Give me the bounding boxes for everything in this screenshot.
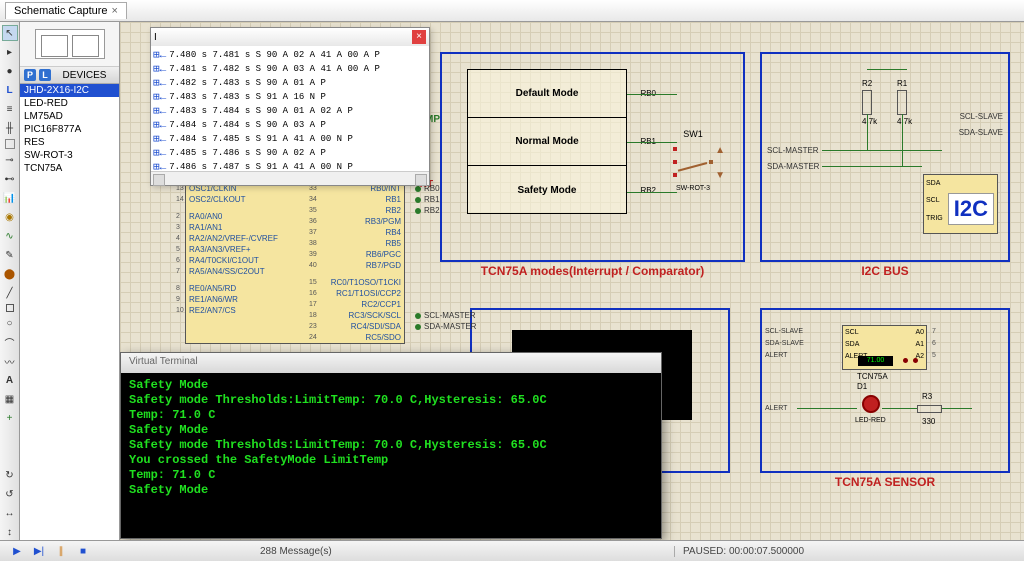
instrument-tool[interactable]: ⬤: [2, 266, 18, 282]
temp-down-icon[interactable]: [903, 358, 908, 363]
block-title: TCN75A SENSOR: [762, 475, 1008, 489]
plus-tool[interactable]: +: [2, 410, 18, 426]
device-item[interactable]: RES: [20, 136, 119, 149]
device-item[interactable]: LED-RED: [20, 97, 119, 110]
temperature-display: 71.00: [858, 356, 893, 366]
expand-icon[interactable]: ⊞←: [153, 118, 166, 132]
mcu-pic16f877a[interactable]: 13OSC1/CLKIN14OSC2/CLKOUT2RA0/AN03RA1/AN…: [185, 182, 405, 344]
text-a-tool[interactable]: A: [2, 372, 18, 388]
device-item[interactable]: PIC16F877A: [20, 123, 119, 136]
mode-grid: Default ModeRB0 Normal ModeRB1 Safety Mo…: [467, 69, 627, 214]
arc-tool[interactable]: ⌒: [2, 334, 18, 350]
window-title: I: [154, 32, 157, 43]
close-icon[interactable]: ×: [412, 30, 426, 44]
expand-icon[interactable]: ⊞←: [153, 146, 166, 160]
tool-palette: ↖ ▸ ● L ≡ ╫ ⊸ ⊷ 📊 ◉ ∿ ✎ ⬤ ╱ ○ ⌒ 〰 A ▦ + …: [0, 22, 20, 540]
side-panel: P L DEVICES JHD-2X16-I2C LED-RED LM75AD …: [20, 22, 120, 540]
selection-tool[interactable]: ↖: [2, 25, 18, 41]
tab-bar: Schematic Capture ×: [0, 0, 1024, 22]
line-tool[interactable]: ╱: [2, 285, 18, 301]
devices-header: P L DEVICES: [20, 67, 119, 84]
log-body: ⊞←7.480 s 7.481 s S 90 A 02 A 41 A 00 A …: [151, 46, 429, 171]
probe-tool[interactable]: ✎: [2, 247, 18, 263]
tape-tool[interactable]: ◉: [2, 209, 18, 225]
junction-tool[interactable]: ●: [2, 63, 18, 79]
expand-icon[interactable]: ⊞←: [153, 48, 166, 62]
device-item[interactable]: LM75AD: [20, 110, 119, 123]
switch-up-icon[interactable]: ▲: [715, 145, 725, 156]
device-item[interactable]: TCN75A: [20, 162, 119, 175]
symbol-tool[interactable]: ▦: [2, 391, 18, 407]
tab-schematic[interactable]: Schematic Capture ×: [5, 2, 127, 19]
generator-tool[interactable]: ∿: [2, 228, 18, 244]
mode-default: Default ModeRB0: [468, 70, 626, 118]
virtual-terminal[interactable]: Virtual Terminal Safety Mode Safety mode…: [120, 352, 662, 539]
pin-tool[interactable]: ⊷: [2, 171, 18, 187]
mirror-v-tool[interactable]: ↕: [2, 524, 18, 540]
mirror-h-tool[interactable]: ↔: [2, 505, 18, 521]
graph-tool[interactable]: 📊: [2, 190, 18, 206]
led-d1: [862, 395, 880, 413]
stop-button[interactable]: ■: [76, 544, 90, 558]
bus-tool[interactable]: ╫: [2, 120, 18, 136]
message-count[interactable]: 288 Message(s): [100, 546, 674, 557]
rotate-ccw-tool[interactable]: ↺: [2, 486, 18, 502]
close-icon[interactable]: ×: [112, 5, 118, 17]
step-button[interactable]: ▶|: [32, 544, 46, 558]
text-tool[interactable]: ≡: [2, 101, 18, 117]
label-tool[interactable]: L: [2, 82, 18, 98]
expand-icon[interactable]: ⊞←: [153, 160, 166, 171]
tcn75a-chip[interactable]: SCL SDA ALERT A0 A1 A2 71.00: [842, 325, 927, 370]
status-bar: ▶ ▶| ∥ ■ 288 Message(s) PAUSED: 00:00:07…: [0, 540, 1024, 561]
component-tool[interactable]: ▸: [2, 44, 18, 60]
switch-down-icon[interactable]: ▼: [715, 170, 725, 181]
block-title: TCN75A modes(Interrupt / Comparator): [442, 264, 743, 278]
mode-normal: Normal ModeRB1: [468, 118, 626, 166]
play-button[interactable]: ▶: [10, 544, 24, 558]
schematic-canvas[interactable]: I × ⊞←7.480 s 7.481 s S 90 A 02 A 41 A 0…: [120, 22, 1024, 540]
i2c-debug-window[interactable]: I × ⊞←7.480 s 7.481 s S 90 A 02 A 41 A 0…: [150, 27, 430, 186]
mode-safety: Safety ModeRB2: [468, 166, 626, 214]
i2c-bus-block: R24.7k R14.7k SCL-MASTER SDA-MASTER SCL-…: [760, 52, 1010, 262]
expand-icon[interactable]: ⊞←: [153, 104, 166, 118]
i2c-debugger-chip[interactable]: SDA SCL TRIG I2C: [923, 174, 998, 234]
terminal-output: Safety Mode Safety mode Thresholds:Limit…: [121, 373, 661, 503]
box-tool[interactable]: [6, 304, 14, 312]
device-item[interactable]: SW-ROT-3: [20, 149, 119, 162]
expand-icon[interactable]: ⊞←: [153, 76, 166, 90]
block-title: I2C BUS: [762, 264, 1008, 278]
pick-icon[interactable]: P: [24, 69, 36, 81]
modes-block: COMP INT Default ModeRB0 Normal ModeRB1 …: [440, 52, 745, 262]
expand-icon[interactable]: ⊞←: [153, 132, 166, 146]
sensor-block: SCL-SLAVE SDA-SLAVE ALERT SCL SDA ALERT …: [760, 308, 1010, 473]
component-preview: [20, 22, 119, 67]
sim-status: PAUSED: 00:00:07.500000: [674, 546, 1024, 557]
pause-button[interactable]: ∥: [54, 544, 68, 558]
circle-tool[interactable]: ○: [2, 315, 18, 331]
library-icon[interactable]: L: [39, 69, 51, 81]
window-titlebar[interactable]: I ×: [151, 28, 429, 46]
rotary-switch[interactable]: SW1 ▲ ▼ SW-ROT-3: [663, 129, 723, 189]
temp-up-icon[interactable]: [913, 358, 918, 363]
expand-icon[interactable]: ⊞←: [153, 62, 166, 76]
subcircuit-tool[interactable]: [5, 139, 15, 149]
scrollbar[interactable]: [151, 171, 429, 185]
tab-label: Schematic Capture: [14, 5, 108, 17]
device-list[interactable]: JHD-2X16-I2C LED-RED LM75AD PIC16F877A R…: [20, 84, 119, 540]
rotate-cw-tool[interactable]: ↻: [2, 467, 18, 483]
terminal-tool[interactable]: ⊸: [2, 152, 18, 168]
path-tool[interactable]: 〰: [2, 353, 18, 369]
expand-icon[interactable]: ⊞←: [153, 90, 166, 104]
device-item[interactable]: JHD-2X16-I2C: [20, 84, 119, 97]
terminal-titlebar[interactable]: Virtual Terminal: [121, 353, 661, 373]
